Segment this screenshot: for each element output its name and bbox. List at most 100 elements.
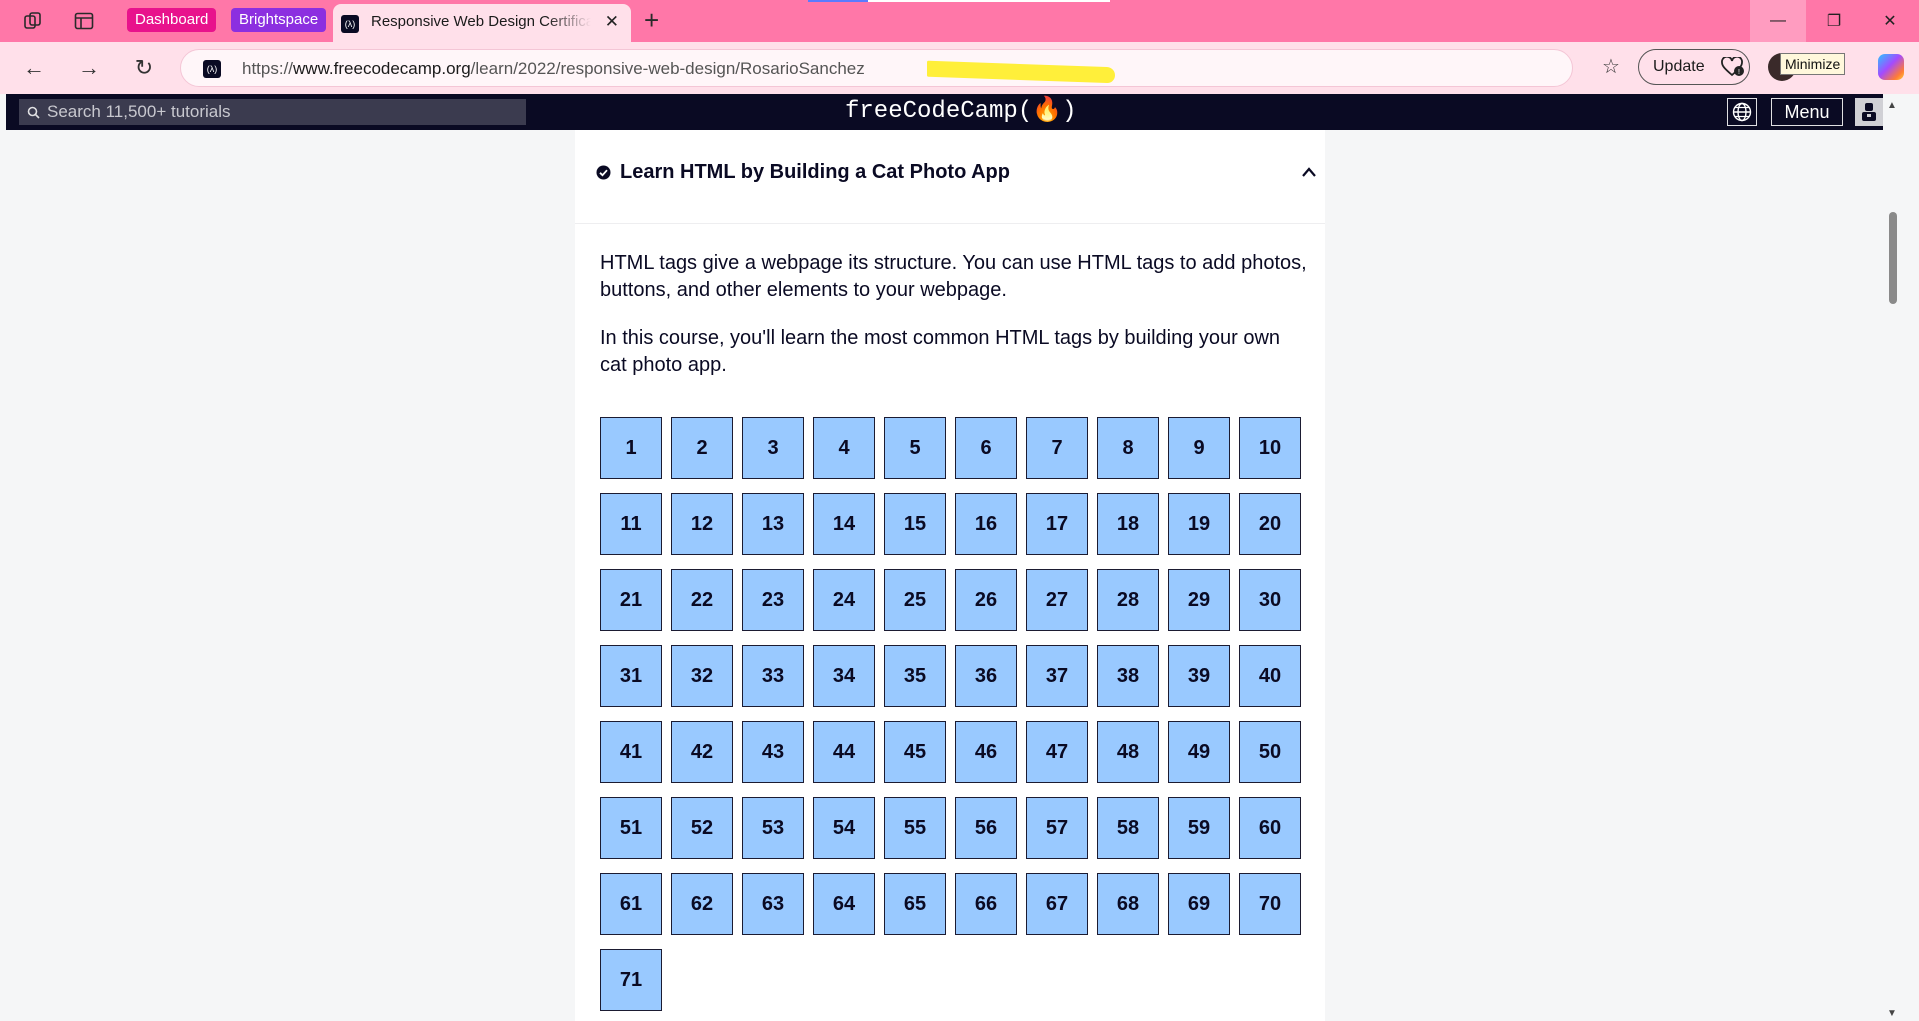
step-button-32[interactable]: 32 [671,645,733,707]
step-button-26[interactable]: 26 [955,569,1017,631]
step-button-23[interactable]: 23 [742,569,804,631]
step-button-17[interactable]: 17 [1026,493,1088,555]
step-button-18[interactable]: 18 [1097,493,1159,555]
step-button-47[interactable]: 47 [1026,721,1088,783]
step-button-25[interactable]: 25 [884,569,946,631]
chevron-up-icon[interactable] [1301,166,1317,178]
step-button-61[interactable]: 61 [600,873,662,935]
update-button[interactable]: Update ! [1638,49,1750,85]
block-title[interactable]: Learn HTML by Building a Cat Photo App [620,159,1010,185]
step-button-9[interactable]: 9 [1168,417,1230,479]
step-button-30[interactable]: 30 [1239,569,1301,631]
back-button[interactable]: ← [20,54,48,82]
step-button-20[interactable]: 20 [1239,493,1301,555]
step-button-33[interactable]: 33 [742,645,804,707]
step-button-2[interactable]: 2 [671,417,733,479]
copilot-icon[interactable] [1878,54,1904,80]
step-button-27[interactable]: 27 [1026,569,1088,631]
step-button-70[interactable]: 70 [1239,873,1301,935]
favorites-icon[interactable]: ☆ [1596,54,1626,82]
step-button-13[interactable]: 13 [742,493,804,555]
step-button-35[interactable]: 35 [884,645,946,707]
step-button-24[interactable]: 24 [813,569,875,631]
pinned-tab-brightspace[interactable]: Brightspace [231,8,327,32]
vertical-scrollbar[interactable]: ▲ ▼ [1883,94,1901,1021]
step-button-56[interactable]: 56 [955,797,1017,859]
step-button-36[interactable]: 36 [955,645,1017,707]
step-button-63[interactable]: 63 [742,873,804,935]
search-bar[interactable] [19,99,526,125]
pinned-tab-dashboard[interactable]: Dashboard [127,8,217,32]
step-button-16[interactable]: 16 [955,493,1017,555]
step-button-29[interactable]: 29 [1168,569,1230,631]
step-button-39[interactable]: 39 [1168,645,1230,707]
step-button-71[interactable]: 71 [600,949,662,1011]
scroll-up-arrow-icon[interactable]: ▲ [1887,100,1897,111]
language-globe-icon[interactable] [1727,98,1757,126]
minimize-window-button[interactable]: — [1750,0,1806,42]
maximize-window-button[interactable]: ❐ [1806,0,1862,42]
step-button-40[interactable]: 40 [1239,645,1301,707]
step-button-3[interactable]: 3 [742,417,804,479]
step-button-64[interactable]: 64 [813,873,875,935]
step-button-53[interactable]: 53 [742,797,804,859]
step-button-11[interactable]: 11 [600,493,662,555]
reload-button[interactable]: ↻ [130,54,158,82]
step-button-60[interactable]: 60 [1239,797,1301,859]
step-button-8[interactable]: 8 [1097,417,1159,479]
step-button-28[interactable]: 28 [1097,569,1159,631]
step-button-15[interactable]: 15 [884,493,946,555]
step-button-51[interactable]: 51 [600,797,662,859]
step-button-41[interactable]: 41 [600,721,662,783]
block-header[interactable]: Learn HTML by Building a Cat Photo App [575,130,1325,224]
step-button-68[interactable]: 68 [1097,873,1159,935]
step-button-21[interactable]: 21 [600,569,662,631]
step-button-4[interactable]: 4 [813,417,875,479]
step-button-44[interactable]: 44 [813,721,875,783]
tab-actions-icon[interactable] [71,8,97,34]
close-tab-icon[interactable]: ✕ [605,13,619,31]
close-window-button[interactable]: ✕ [1862,0,1918,42]
active-tab[interactable]: (λ) Responsive Web Design Certification … [333,4,631,42]
site-info-icon[interactable]: (λ) [203,60,221,78]
step-button-46[interactable]: 46 [955,721,1017,783]
step-button-66[interactable]: 66 [955,873,1017,935]
freecodecamp-logo[interactable]: freeCodeCamp(🔥) [845,98,1077,126]
step-button-38[interactable]: 38 [1097,645,1159,707]
step-button-7[interactable]: 7 [1026,417,1088,479]
step-button-34[interactable]: 34 [813,645,875,707]
step-button-69[interactable]: 69 [1168,873,1230,935]
new-tab-button[interactable]: + [644,6,659,34]
step-button-31[interactable]: 31 [600,645,662,707]
scrollbar-thumb[interactable] [1889,212,1897,304]
step-button-54[interactable]: 54 [813,797,875,859]
step-button-10[interactable]: 10 [1239,417,1301,479]
step-button-50[interactable]: 50 [1239,721,1301,783]
step-button-48[interactable]: 48 [1097,721,1159,783]
step-button-55[interactable]: 55 [884,797,946,859]
step-button-59[interactable]: 59 [1168,797,1230,859]
step-button-22[interactable]: 22 [671,569,733,631]
step-button-49[interactable]: 49 [1168,721,1230,783]
step-button-57[interactable]: 57 [1026,797,1088,859]
step-button-37[interactable]: 37 [1026,645,1088,707]
step-button-12[interactable]: 12 [671,493,733,555]
workspaces-icon[interactable] [20,8,46,34]
step-button-42[interactable]: 42 [671,721,733,783]
step-button-6[interactable]: 6 [955,417,1017,479]
step-button-14[interactable]: 14 [813,493,875,555]
step-button-5[interactable]: 5 [884,417,946,479]
url-field[interactable]: (λ) https://www.freecodecamp.org/learn/2… [180,49,1573,87]
step-button-65[interactable]: 65 [884,873,946,935]
step-button-52[interactable]: 52 [671,797,733,859]
step-button-58[interactable]: 58 [1097,797,1159,859]
forward-button[interactable]: → [75,54,103,82]
user-avatar-icon[interactable] [1855,98,1883,126]
step-button-43[interactable]: 43 [742,721,804,783]
search-input[interactable] [47,99,526,125]
scroll-down-arrow-icon[interactable]: ▼ [1887,1008,1897,1019]
step-button-45[interactable]: 45 [884,721,946,783]
step-button-19[interactable]: 19 [1168,493,1230,555]
step-button-67[interactable]: 67 [1026,873,1088,935]
step-button-62[interactable]: 62 [671,873,733,935]
